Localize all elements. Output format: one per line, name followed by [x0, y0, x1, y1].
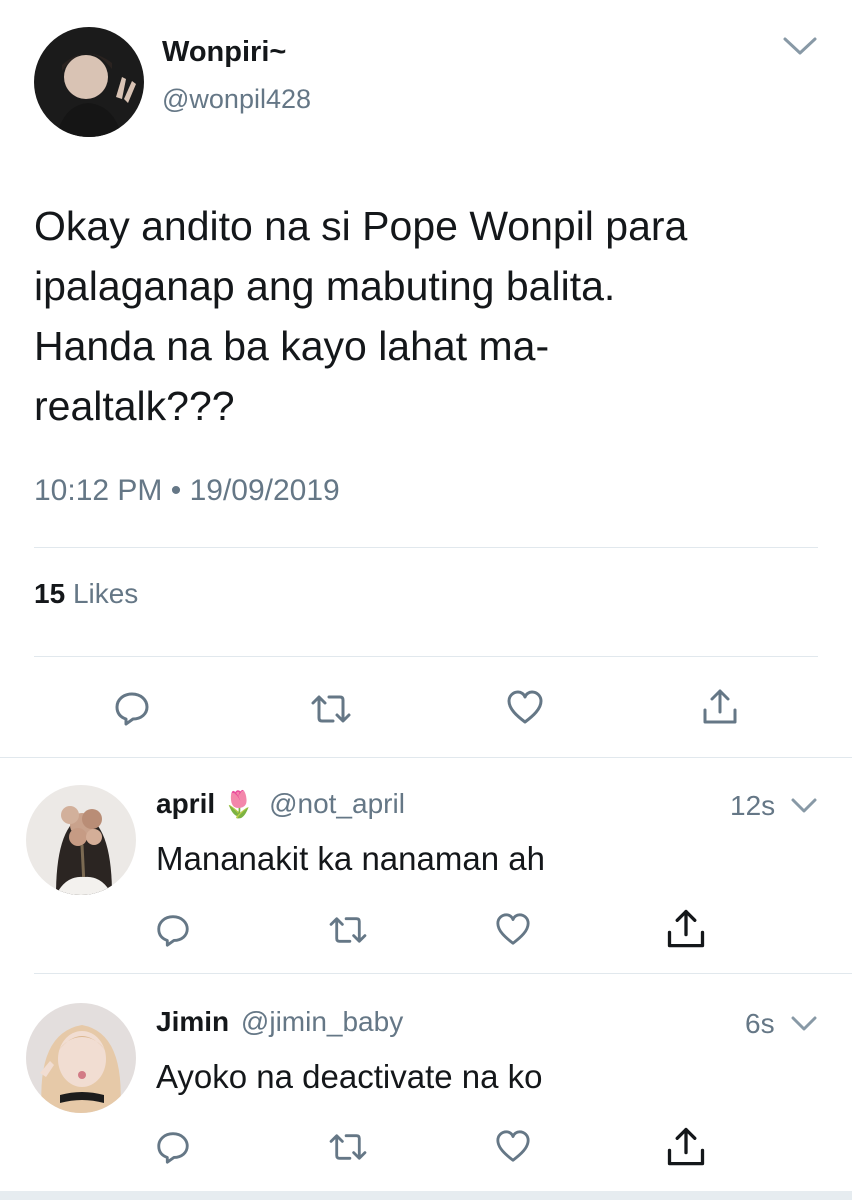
reply-header: april 🌷 @not_april [156, 788, 405, 820]
tweet-text-line: ipalaganap ang mabuting balita. [34, 263, 616, 309]
reply-icon[interactable] [112, 688, 152, 728]
retweet-icon[interactable] [327, 914, 369, 946]
tweet-text-line: realtalk??? [34, 383, 235, 429]
share-icon[interactable] [664, 906, 708, 950]
avatar[interactable] [34, 27, 144, 137]
chevron-down-icon[interactable] [790, 1014, 818, 1034]
likes-label: Likes [72, 578, 139, 609]
divider [34, 656, 818, 657]
reply-icon[interactable] [154, 1128, 192, 1166]
tweet-text-line: Handa na ba kayo lahat ma- [34, 323, 550, 369]
reply-text: Mananakit ka nanaman ah [156, 840, 545, 877]
retweet-icon[interactable] [309, 692, 353, 726]
heart-icon[interactable] [505, 688, 545, 726]
tulip-emoji: 🌷 [222, 789, 256, 819]
timestamp[interactable]: 10:12 PM • 19/09/2019 [34, 474, 340, 508]
likes-count: 15 [34, 578, 66, 609]
reply-time[interactable]: 6s [745, 1008, 775, 1040]
handle[interactable]: @wonpil428 [162, 84, 311, 115]
divider [34, 547, 818, 548]
avatar[interactable] [26, 785, 136, 895]
display-name[interactable]: april [156, 788, 215, 819]
heart-icon[interactable] [494, 1128, 532, 1164]
bottom-separator [0, 1191, 852, 1200]
divider [0, 757, 852, 758]
display-name[interactable]: Wonpiri~ [162, 36, 286, 69]
tweet-text: Okay andito na si Pope Wonpil para ipala… [34, 196, 687, 436]
handle[interactable]: @not_april [269, 788, 405, 819]
display-name[interactable]: Jimin [156, 1006, 229, 1037]
share-icon[interactable] [664, 1124, 708, 1168]
chevron-down-icon[interactable] [782, 34, 818, 58]
avatar[interactable] [26, 1003, 136, 1113]
retweet-icon[interactable] [327, 1131, 369, 1163]
handle[interactable]: @jimin_baby [241, 1006, 403, 1037]
likes-stat[interactable]: 15 Likes [34, 578, 138, 610]
heart-icon[interactable] [494, 911, 532, 947]
reply-icon[interactable] [154, 911, 192, 949]
chevron-down-icon[interactable] [790, 796, 818, 816]
share-icon[interactable] [700, 686, 740, 726]
divider [34, 973, 852, 974]
reply-time[interactable]: 12s [730, 790, 775, 822]
reply-header: Jimin @jimin_baby [156, 1006, 403, 1038]
reply-text: Ayoko na deactivate na ko [156, 1058, 543, 1095]
tweet-text-line: Okay andito na si Pope Wonpil para [34, 203, 688, 249]
